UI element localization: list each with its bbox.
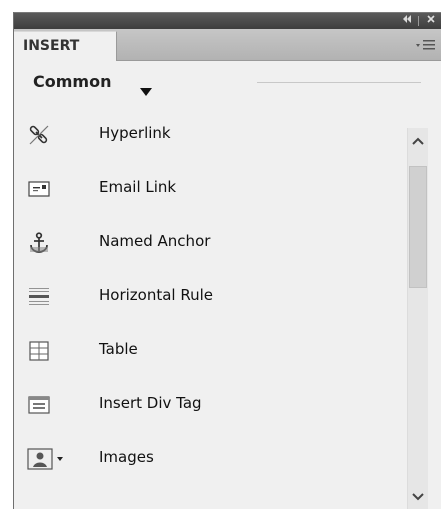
scroll-down-icon[interactable] [408, 486, 428, 506]
scrollbar-thumb[interactable] [409, 166, 427, 288]
category-selector[interactable]: Common [14, 61, 441, 107]
list-item[interactable]: Images [14, 431, 407, 485]
list-item-label: Hyperlink [99, 124, 171, 142]
table-icon [27, 339, 51, 363]
insert-item-list: Hyperlink Email Link Named Anchor Horizo… [14, 107, 407, 509]
list-item[interactable]: Named Anchor [14, 215, 407, 269]
panel-tabstrip: INSERT [14, 29, 441, 61]
scroll-up-icon[interactable] [408, 132, 428, 152]
category-divider [257, 82, 421, 83]
list-item[interactable]: Insert Div Tag [14, 377, 407, 431]
list-item[interactable]: Table [14, 323, 407, 377]
list-item-label: Horizontal Rule [99, 286, 214, 304]
panel-titlebar [14, 12, 441, 29]
list-item[interactable]: Hyperlink [14, 107, 407, 161]
named-anchor-icon [27, 231, 51, 255]
list-item[interactable]: Email Link [14, 161, 407, 215]
insert-panel: INSERT Common Hyperlink Email Link Named… [13, 12, 441, 509]
tab-insert[interactable]: INSERT [14, 31, 117, 61]
images-icon [27, 447, 63, 471]
hyperlink-icon [27, 123, 51, 147]
email-link-icon [27, 177, 51, 201]
collapse-panel-icon[interactable] [399, 14, 415, 28]
list-item-label: Table [99, 340, 138, 358]
list-item-label: Images [99, 448, 154, 466]
list-item-label: Insert Div Tag [99, 394, 202, 412]
panel-options-menu-icon[interactable] [414, 37, 436, 53]
chevron-down-icon [140, 81, 152, 100]
horizontal-rule-icon [27, 285, 51, 309]
list-item[interactable]: Horizontal Rule [14, 269, 407, 323]
close-panel-icon[interactable] [423, 14, 439, 28]
list-item-label: Named Anchor [99, 232, 211, 250]
insert-div-tag-icon [27, 393, 51, 417]
titlebar-divider [418, 16, 419, 26]
vertical-scrollbar[interactable] [407, 128, 428, 509]
category-label: Common [33, 72, 112, 91]
list-item-label: Email Link [99, 178, 177, 196]
